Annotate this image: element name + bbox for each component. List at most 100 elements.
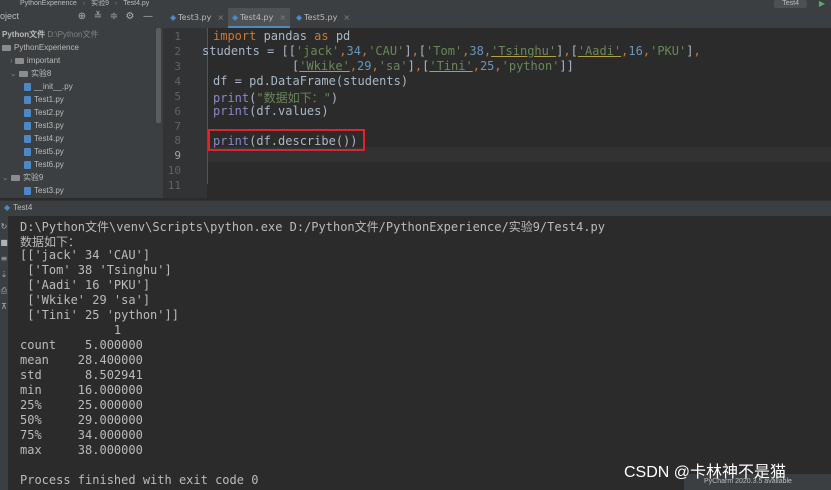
python-file-icon: ◆: [170, 13, 177, 22]
tab-test5[interactable]: ◆ Test5.py ×: [292, 8, 354, 28]
code-line-1[interactable]: import pandas as pd: [213, 29, 350, 43]
line-number: 4: [174, 75, 181, 88]
console-line: mean 28.400000: [20, 353, 143, 367]
tree-folder[interactable]: ⌄ 实验9: [2, 171, 43, 184]
python-file-icon: [24, 134, 31, 143]
console-line: [['jack' 34 'CAU']: [20, 248, 151, 262]
project-panel-title[interactable]: oject: [0, 11, 19, 21]
folder-icon: [18, 70, 28, 77]
console-line: ['Tini' 25 'python']]: [20, 308, 179, 322]
tree-folder[interactable]: ⌄ 实验8: [10, 67, 51, 80]
code-line-2[interactable]: students = [['jack',34,'CAU'],['Tom',38,…: [202, 44, 701, 58]
close-icon[interactable]: ×: [279, 13, 286, 22]
line-number: 7: [174, 120, 181, 133]
code-line-6[interactable]: print(df.values): [213, 104, 329, 118]
tree-file[interactable]: Test1.py: [24, 93, 64, 106]
python-file-icon: ◆: [4, 203, 11, 212]
console-line: 25% 25.000000: [20, 398, 143, 412]
tab-test4[interactable]: ◆ Test4.py ×: [228, 8, 290, 28]
tree-path: D:\Python文件: [47, 30, 99, 39]
tree-label: Test4.py: [34, 134, 64, 143]
code-line-3[interactable]: ['Wkike',29,'sa'],['Tini',25,'python']]: [292, 59, 574, 73]
tab-label: Test3.py: [178, 13, 212, 22]
python-file-icon: [24, 186, 31, 195]
tree-label: 实验8: [30, 69, 52, 78]
tree-file[interactable]: __init__.py: [24, 80, 73, 93]
tree-file[interactable]: Test4.py: [24, 132, 64, 145]
hide-icon[interactable]: —: [142, 11, 154, 22]
folder-icon: [2, 44, 11, 51]
console-command-line: D:\Python文件\venv\Scripts\python.exe D:/P…: [20, 220, 605, 234]
tree-label: Test6.py: [34, 160, 64, 169]
watermark: CSDN @卡林神不是猫: [624, 464, 787, 481]
python-file-icon: [24, 95, 31, 104]
folder-icon: [10, 174, 20, 181]
close-icon[interactable]: ×: [217, 13, 224, 22]
folder-icon: [14, 57, 24, 64]
console-line: 75% 34.000000: [20, 428, 143, 442]
pin-icon[interactable]: ⊼: [0, 302, 8, 311]
annotation-highlight-box: [208, 129, 365, 151]
tree-label: Test2.py: [34, 108, 64, 117]
tree-file[interactable]: Test6.py: [24, 158, 64, 171]
breadcrumb: PythonExperience › 实验9 › Test4.py: [0, 0, 831, 8]
tree-label: __init__.py: [34, 82, 73, 91]
run-configuration-selector[interactable]: Test4: [774, 0, 807, 8]
collapse-icon[interactable]: ≚: [92, 11, 104, 22]
scrollbar[interactable]: [156, 28, 161, 123]
tree-label: 实验9: [22, 173, 44, 182]
breadcrumb-item[interactable]: Test4.py: [123, 0, 149, 7]
tree-file[interactable]: Test5.py: [24, 145, 64, 158]
line-number-current: 9: [174, 149, 181, 162]
tree-folder[interactable]: › important: [10, 54, 60, 67]
tree-label: Test3.py: [34, 186, 64, 195]
tab-label: Test4.py: [240, 13, 274, 22]
project-panel: Python文件 D:\Python文件 PythonExperience › …: [0, 28, 163, 198]
tree-label: PythonExperience: [14, 43, 79, 52]
run-icon[interactable]: ▶: [819, 0, 825, 8]
close-icon[interactable]: ×: [343, 13, 350, 22]
console-line: ['Wkike' 29 'sa']: [20, 293, 151, 307]
tree-folder[interactable]: PythonExperience: [2, 41, 79, 54]
run-tab[interactable]: ◆ Test4: [4, 203, 32, 212]
tab-label: Test5.py: [304, 13, 338, 22]
print-icon[interactable]: ⎙: [0, 286, 8, 296]
tree-label: Test3.py: [34, 121, 64, 130]
run-tab-label: Test4: [13, 203, 33, 212]
python-file-icon: [24, 121, 31, 130]
code-line-4[interactable]: df = pd.DataFrame(students): [213, 74, 408, 88]
python-file-icon: [24, 108, 31, 117]
run-tool-window-header: ◆ Test4: [0, 200, 831, 217]
line-number: 6: [174, 105, 181, 118]
console-line: std 8.502941: [20, 368, 143, 382]
expand-icon[interactable]: ≑: [108, 11, 120, 22]
tree-root[interactable]: Python文件 D:\Python文件: [2, 28, 98, 41]
line-number: 1: [174, 30, 181, 43]
python-file-icon: ◆: [296, 13, 303, 22]
console-line: 1: [20, 323, 122, 337]
breadcrumb-item[interactable]: PythonExperience: [20, 0, 77, 7]
soft-wrap-icon[interactable]: ≡: [0, 254, 8, 263]
tree-file[interactable]: Test3.py: [24, 119, 64, 132]
tree-file[interactable]: Test2.py: [24, 106, 64, 119]
tree-file[interactable]: Test3.py: [24, 184, 64, 197]
tree-label: Test5.py: [34, 147, 64, 156]
python-file-icon: ◆: [232, 13, 239, 22]
line-number-gutter: 1 2 3 4 5 6 7 8 9 10 11: [163, 28, 207, 198]
line-number: 5: [174, 90, 181, 103]
console-line: min 16.000000: [20, 383, 143, 397]
toolbar: oject ⊕ ≚ ≑ ⚙ — ◆ Test3.py × ◆ Test4.py × ◆ T…: [0, 8, 831, 29]
stop-icon[interactable]: ■: [0, 238, 8, 247]
gear-icon[interactable]: ⚙: [124, 11, 136, 22]
locate-icon[interactable]: ⊕: [76, 11, 88, 22]
console-line: 50% 29.000000: [20, 413, 143, 427]
console-output[interactable]: D:\Python文件\venv\Scripts\python.exe D:/P…: [8, 216, 831, 490]
breadcrumb-item[interactable]: 实验9: [91, 0, 109, 7]
rerun-icon[interactable]: ↻: [0, 222, 8, 231]
scroll-to-end-icon[interactable]: ⇣: [0, 270, 8, 279]
code-editor[interactable]: import pandas as pd students = [['jack',…: [202, 28, 831, 198]
python-file-icon: [24, 160, 31, 169]
line-number: 2: [174, 45, 181, 58]
tab-test3[interactable]: ◆ Test3.py ×: [166, 8, 228, 28]
python-file-icon: [24, 147, 31, 156]
